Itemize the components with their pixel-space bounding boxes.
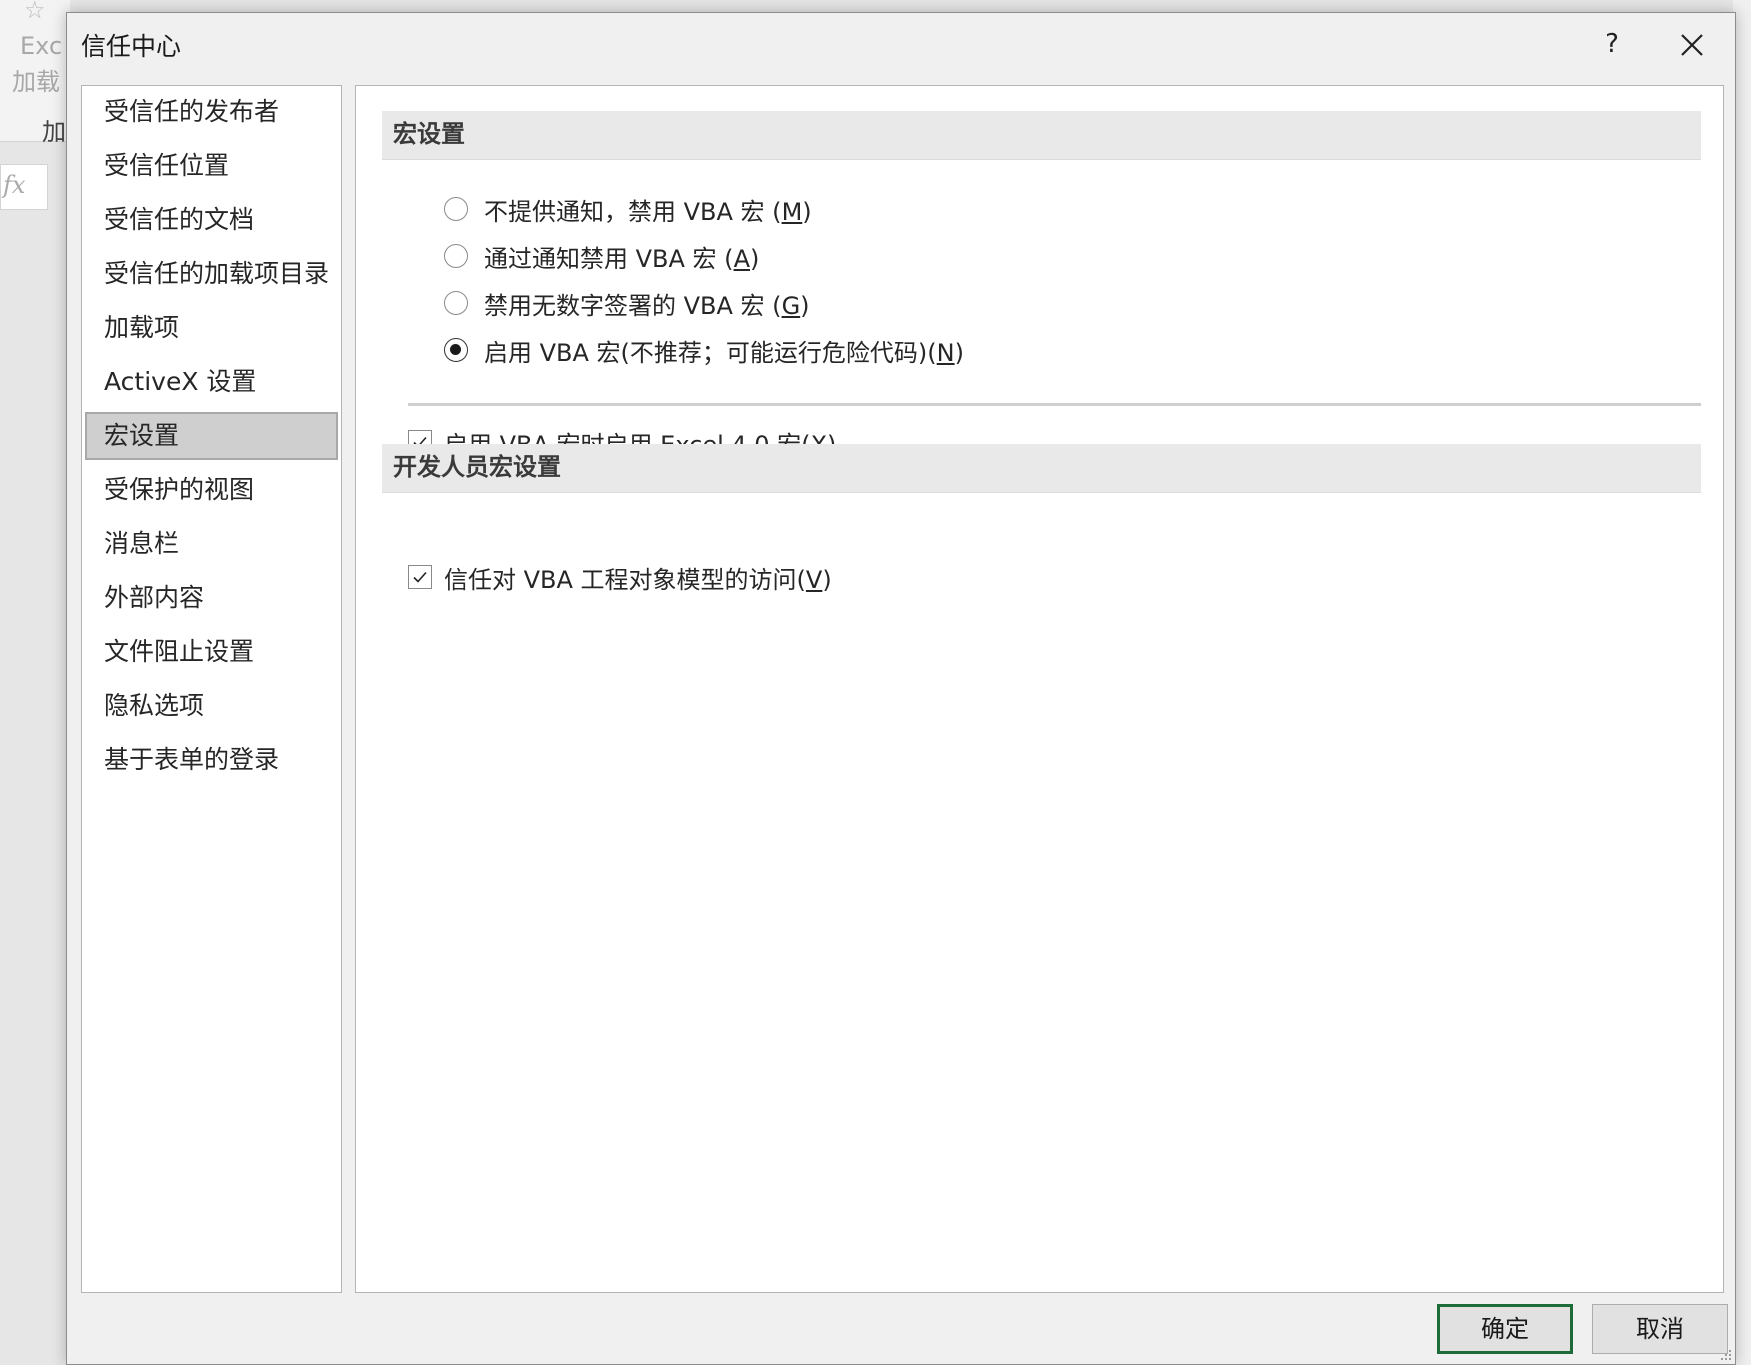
nav-item-macro-settings[interactable]: 宏设置 xyxy=(85,412,338,460)
nav-item-protected-view[interactable]: 受保护的视图 xyxy=(85,466,338,514)
nav-item-external-content[interactable]: 外部内容 xyxy=(85,574,338,622)
checkbox-trust-vba-object-model[interactable]: 信任对 VBA 工程对象模型的访问(V) xyxy=(408,559,832,595)
nav-item-addins[interactable]: 加载项 xyxy=(85,304,338,352)
radio-enable-all-macros[interactable]: 启用 VBA 宏(不推荐；可能运行危险代码)(N) xyxy=(444,332,964,368)
formula-bar-fx-icon: fx xyxy=(0,164,48,210)
cancel-button[interactable]: 取消 xyxy=(1592,1304,1728,1354)
settings-panel: 宏设置 不提供通知，禁用 VBA 宏 (M) 通过通知禁用 VBA 宏 (A) … xyxy=(355,85,1724,1293)
radio-disable-unsigned[interactable]: 禁用无数字签署的 VBA 宏 (G) xyxy=(444,285,810,321)
nav-item-privacy-options[interactable]: 隐私选项 xyxy=(85,682,338,730)
radio-button-selected[interactable] xyxy=(444,338,468,362)
ribbon-text-group: 加 xyxy=(42,118,66,146)
nav-item-message-bar[interactable]: 消息栏 xyxy=(85,520,338,568)
radio-button[interactable] xyxy=(444,291,468,315)
radio-label: 禁用无数字签署的 VBA 宏 (G) xyxy=(484,291,810,320)
nav-item-file-block-settings[interactable]: 文件阻止设置 xyxy=(85,628,338,676)
nav-item-trusted-documents[interactable]: 受信任的文档 xyxy=(85,196,338,244)
trust-center-dialog: 信任中心 ? 受信任的发布者 受信任位置 受信任的文档 受信任的加载项目录 加载… xyxy=(66,12,1736,1365)
resize-grip-icon[interactable] xyxy=(1719,1348,1733,1362)
category-nav: 受信任的发布者 受信任位置 受信任的文档 受信任的加载项目录 加载项 Activ… xyxy=(81,85,342,1293)
checkmark-icon xyxy=(413,571,427,583)
developer-macro-settings-header: 开发人员宏设置 xyxy=(382,444,1701,493)
radio-label: 通过通知禁用 VBA 宏 (A) xyxy=(484,244,760,273)
ok-button[interactable]: 确定 xyxy=(1437,1304,1573,1354)
help-button[interactable]: ? xyxy=(1587,21,1637,67)
dialog-title: 信任中心 xyxy=(81,32,182,61)
radio-label: 启用 VBA 宏(不推荐；可能运行危险代码)(N) xyxy=(484,338,964,367)
close-icon xyxy=(1681,33,1703,56)
radio-button[interactable] xyxy=(444,197,468,221)
radio-disable-without-notification[interactable]: 不提供通知，禁用 VBA 宏 (M) xyxy=(444,191,812,227)
nav-item-trusted-publishers[interactable]: 受信任的发布者 xyxy=(85,88,338,136)
close-button[interactable] xyxy=(1665,21,1719,67)
macro-settings-header: 宏设置 xyxy=(382,111,1701,160)
separator xyxy=(408,403,1701,406)
radio-button[interactable] xyxy=(444,244,468,268)
addin-star-icon: ☆ xyxy=(24,0,46,24)
nav-item-trusted-locations[interactable]: 受信任位置 xyxy=(85,142,338,190)
ribbon-text-excel: Exc xyxy=(20,32,63,60)
radio-disable-with-notification[interactable]: 通过通知禁用 VBA 宏 (A) xyxy=(444,238,759,274)
ribbon-text-addins: 加载 xyxy=(12,68,60,96)
nav-item-trusted-addin-catalogs[interactable]: 受信任的加载项目录 xyxy=(85,250,338,298)
radio-label: 不提供通知，禁用 VBA 宏 (M) xyxy=(484,197,812,226)
nav-item-activex-settings[interactable]: ActiveX 设置 xyxy=(85,358,338,406)
nav-item-form-based-signin[interactable]: 基于表单的登录 xyxy=(85,736,338,784)
checkbox[interactable] xyxy=(408,565,432,589)
checkbox-label: 信任对 VBA 工程对象模型的访问(V) xyxy=(444,565,832,594)
background-ribbon: ☆ Exc 加载 加 xyxy=(0,0,70,146)
